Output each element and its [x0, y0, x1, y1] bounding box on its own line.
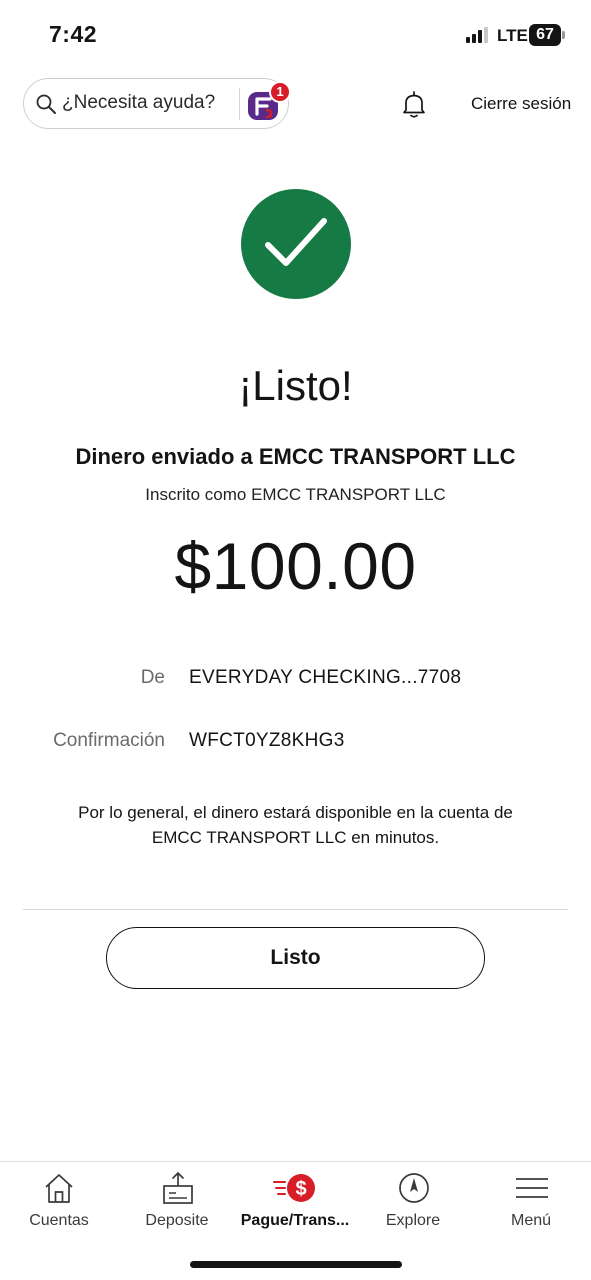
notification-badge: 1 [269, 81, 291, 103]
nav-label: Cuentas [29, 1212, 89, 1229]
status-bar: 7:42 LTE 67 [0, 0, 591, 70]
recipient-message: Dinero enviado a EMCC TRANSPORT LLC [75, 444, 516, 469]
availability-note: Por lo general, el dinero estará disponi… [78, 803, 513, 847]
bell-icon[interactable] [398, 88, 430, 120]
compass-icon [399, 1173, 429, 1203]
battery-level: 67 [529, 24, 561, 46]
help-search-bar[interactable]: ¿Necesita ayuda? 1 [23, 78, 291, 129]
home-icon [45, 1174, 73, 1203]
logout-link[interactable]: Cierre sesión [471, 94, 571, 114]
nav-label: Menú [510, 1212, 552, 1229]
confirmation-label: Confirmación [53, 730, 165, 751]
svg-text:$: $ [295, 1178, 306, 1200]
search-icon [36, 94, 56, 114]
from-account-value: EVERYDAY CHECKING...7708 [189, 667, 462, 688]
nav-label: Explore [385, 1212, 441, 1229]
signal-strength-icon [466, 27, 490, 43]
nav-item-menu[interactable]: Menú [472, 1162, 590, 1242]
from-label: De [140, 667, 165, 688]
nav-label: Pague/Trans... [240, 1212, 350, 1229]
success-headline: ¡Listo! [238, 362, 353, 409]
nav-item-pay-transfer[interactable]: $ Pague/Trans... [236, 1162, 354, 1242]
section-divider [23, 909, 568, 910]
enrolled-as-text: Inscrito como EMCC TRANSPORT LLC [145, 485, 446, 504]
done-button[interactable]: Listo [106, 927, 485, 989]
deposit-icon [163, 1172, 193, 1204]
nav-label: Deposite [145, 1212, 209, 1229]
status-time: 7:42 [49, 21, 98, 47]
nav-item-deposit[interactable]: Deposite [118, 1162, 236, 1242]
menu-icon [516, 1178, 548, 1198]
transfer-amount: $100.00 [174, 529, 417, 603]
pill-divider [239, 88, 240, 120]
battery-icon: 67 [529, 24, 565, 46]
success-check-icon [241, 189, 351, 299]
network-label: LTE [497, 26, 528, 45]
home-indicator [190, 1261, 402, 1268]
nav-item-accounts[interactable]: Cuentas [0, 1162, 118, 1242]
search-placeholder: ¿Necesita ayuda? [62, 92, 216, 113]
pay-transfer-icon: $ [273, 1174, 315, 1202]
nav-item-explore[interactable]: Explore [354, 1162, 472, 1242]
confirmation-number: WFCT0YZ8KHG3 [189, 730, 345, 751]
